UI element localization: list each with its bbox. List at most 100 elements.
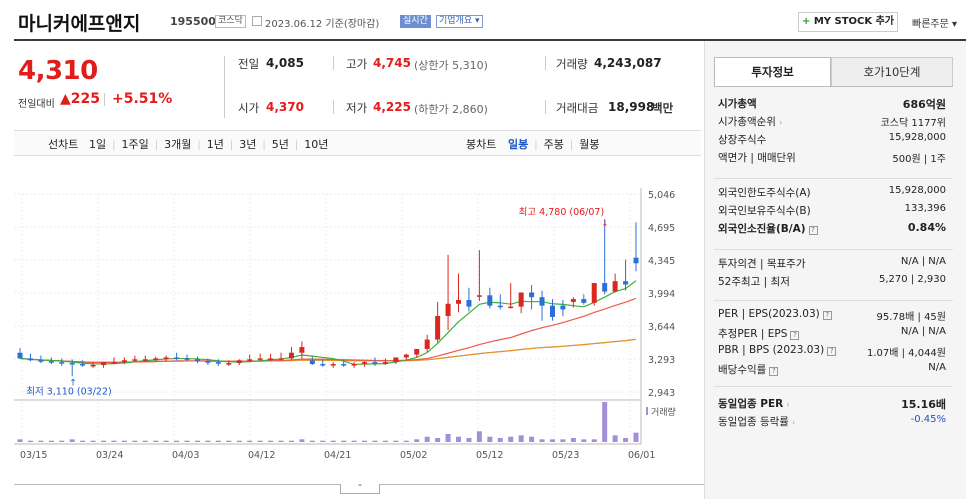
info-label: 액면가 | 매매단위 xyxy=(718,150,796,165)
info-label-text: 상장주식수 xyxy=(718,134,767,146)
volume-bar xyxy=(456,436,462,442)
price-change-pct: +5.51% xyxy=(112,91,173,107)
info-row: 동일업종 등락률 › -0.45% xyxy=(718,414,946,430)
divider: | xyxy=(569,140,574,151)
candle-body xyxy=(59,362,65,364)
candle-body xyxy=(236,360,242,364)
volume-bar xyxy=(288,440,294,442)
help-icon[interactable]: ? xyxy=(808,226,818,235)
candle-body xyxy=(570,299,576,302)
divider: | xyxy=(262,140,266,151)
info-value: 1.07배 | 4,044원 xyxy=(866,348,946,359)
volume-bar xyxy=(205,440,211,442)
help-icon[interactable]: ? xyxy=(790,331,800,340)
info-label: 52주최고 | 최저 xyxy=(718,274,790,289)
help-icon[interactable]: ? xyxy=(827,347,837,356)
low-value: 4,225 xyxy=(373,100,411,114)
candle-body xyxy=(549,305,555,317)
realtime-badge[interactable]: 실시간 xyxy=(400,15,431,28)
stock-code: 195500 xyxy=(170,15,216,28)
period-2[interactable]: 3개월 xyxy=(164,138,191,151)
info-value: -0.45% xyxy=(910,414,946,425)
volume-bar xyxy=(341,440,347,442)
candle-body xyxy=(456,300,462,304)
info-row: 배당수익률? N/A xyxy=(718,362,946,378)
volume-legend-swatch xyxy=(646,407,648,415)
info-label-text: PBR | BPS (2023.03) xyxy=(718,344,825,356)
add-my-stock-button[interactable]: + MY STOCK 추가 xyxy=(798,12,898,32)
x-tick-label: 03/15 xyxy=(20,450,47,461)
volume-legend-label: 거래량 xyxy=(651,406,676,418)
candle-body xyxy=(403,354,409,358)
arrow-icon[interactable]: › xyxy=(792,418,795,427)
company-overview-button[interactable]: 기업개요 ▾ xyxy=(436,15,483,28)
volume-bar xyxy=(382,440,388,442)
arrow-icon[interactable]: › xyxy=(779,118,782,127)
info-label: 외국인한도주식수(A) xyxy=(718,185,811,200)
period-0[interactable]: 1일 xyxy=(89,138,106,151)
candle-period-2[interactable]: 월봉 xyxy=(579,138,599,151)
candle-body xyxy=(90,364,96,367)
candle-body xyxy=(142,359,148,361)
candle-body xyxy=(69,363,75,365)
low-annotation: 최저 3,110 (03/22) xyxy=(26,386,112,397)
candle-body xyxy=(288,352,294,359)
volume-bar xyxy=(445,434,451,442)
volume-bar xyxy=(101,440,107,442)
tab-invest-info[interactable]: 투자정보 xyxy=(714,57,831,87)
info-row: 시가총액 686억원 xyxy=(718,96,946,112)
candle-body xyxy=(194,359,200,362)
volume-bar xyxy=(466,438,472,442)
candle-body xyxy=(341,364,347,366)
tab-order-book[interactable]: 호가10단계 xyxy=(831,57,953,87)
date-text: 2023.06.12 기준(장마감) xyxy=(265,19,380,30)
volume-bar xyxy=(226,440,232,442)
amount-value: 18,998 xyxy=(608,100,655,114)
tab-divider xyxy=(714,86,953,87)
divider xyxy=(104,93,105,106)
high-arrow-icon: ↓ xyxy=(602,219,609,228)
period-3[interactable]: 1년 xyxy=(207,138,224,151)
candle-period-1[interactable]: 주봉 xyxy=(544,138,564,151)
period-1[interactable]: 1주일 xyxy=(122,138,149,151)
header: 마니커에프앤지 195500 코스닥 2023.06.12 기준(장마감) 실시… xyxy=(0,0,966,40)
volume-bar xyxy=(487,436,493,442)
info-label-text: 추정PER | EPS xyxy=(718,328,788,340)
arrow-icon[interactable]: › xyxy=(786,400,789,409)
period-6[interactable]: 10년 xyxy=(304,138,328,151)
volume-label: 거래량 xyxy=(556,57,588,71)
volume-bar xyxy=(591,439,597,442)
quick-order-label: 빠른주문 xyxy=(912,19,949,30)
volume-bar xyxy=(549,439,555,442)
quick-order-button[interactable]: 빠른주문 ▾ xyxy=(912,15,957,30)
candle-body xyxy=(330,364,336,366)
info-label: 시가총액순위 › xyxy=(718,114,782,129)
volume-value: 4,243,087 xyxy=(594,56,662,70)
info-row: 외국인보유주식수(B) 133,396 xyxy=(718,203,946,219)
price-axis-label: 2,943 xyxy=(648,388,675,399)
candle-body xyxy=(278,358,284,360)
candle-period-list: 일봉 | 주봉 | 월봉 xyxy=(508,136,600,152)
volume-bar xyxy=(372,440,378,442)
period-5[interactable]: 5년 xyxy=(272,138,289,151)
x-tick-label: 05/12 xyxy=(476,450,503,461)
collapse-toggle-button[interactable]: ⌃ xyxy=(340,484,380,494)
stock-chart[interactable]: 5,046 4,695 4,345 3,994 3,644 3,293 2,943 03/15… xyxy=(14,176,704,476)
price-axis-label: 4,345 xyxy=(648,256,675,267)
help-icon[interactable]: ? xyxy=(769,367,779,376)
divider xyxy=(333,56,334,70)
info-value: 15,928,000 xyxy=(888,185,946,196)
volume-bar xyxy=(80,440,86,442)
candle-body xyxy=(539,297,545,306)
info-row: 외국인한도주식수(A) 15,928,000 xyxy=(718,185,946,201)
candle-body xyxy=(226,363,232,365)
period-4[interactable]: 3년 xyxy=(239,138,256,151)
candle-body xyxy=(309,360,315,365)
candle-period-0[interactable]: 일봉 xyxy=(508,138,528,151)
price-axis-label: 4,695 xyxy=(648,223,675,234)
candle-body xyxy=(205,361,211,363)
volume-bar xyxy=(132,440,138,442)
volume-bar xyxy=(142,440,148,442)
high-annotation: 최고 4,780 (06/07) xyxy=(519,207,605,218)
help-icon[interactable]: ? xyxy=(822,311,832,320)
